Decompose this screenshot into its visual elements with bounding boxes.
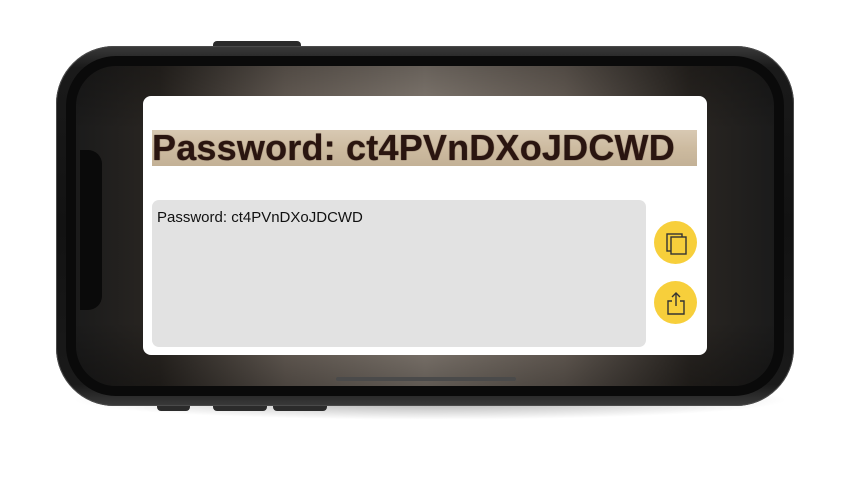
share-button[interactable] xyxy=(654,281,697,324)
scan-result-panel: Password: ct4PVnDXoJDCWD Password: ct4PV… xyxy=(143,96,707,355)
home-indicator[interactable] xyxy=(336,377,516,381)
recognized-text-field[interactable]: Password: ct4PVnDXoJDCWD xyxy=(152,200,646,347)
share-icon xyxy=(666,291,685,315)
notch xyxy=(80,150,102,310)
stage: Password: ct4PVnDXoJDCWD Password: ct4PV… xyxy=(0,0,850,488)
captured-image-text: Password: ct4PVnDXoJDCWD xyxy=(152,130,675,166)
copy-icon xyxy=(665,232,687,255)
copy-button[interactable] xyxy=(654,221,697,264)
recognized-text: Password: ct4PVnDXoJDCWD xyxy=(157,209,363,226)
captured-text-image: Password: ct4PVnDXoJDCWD xyxy=(152,130,697,166)
